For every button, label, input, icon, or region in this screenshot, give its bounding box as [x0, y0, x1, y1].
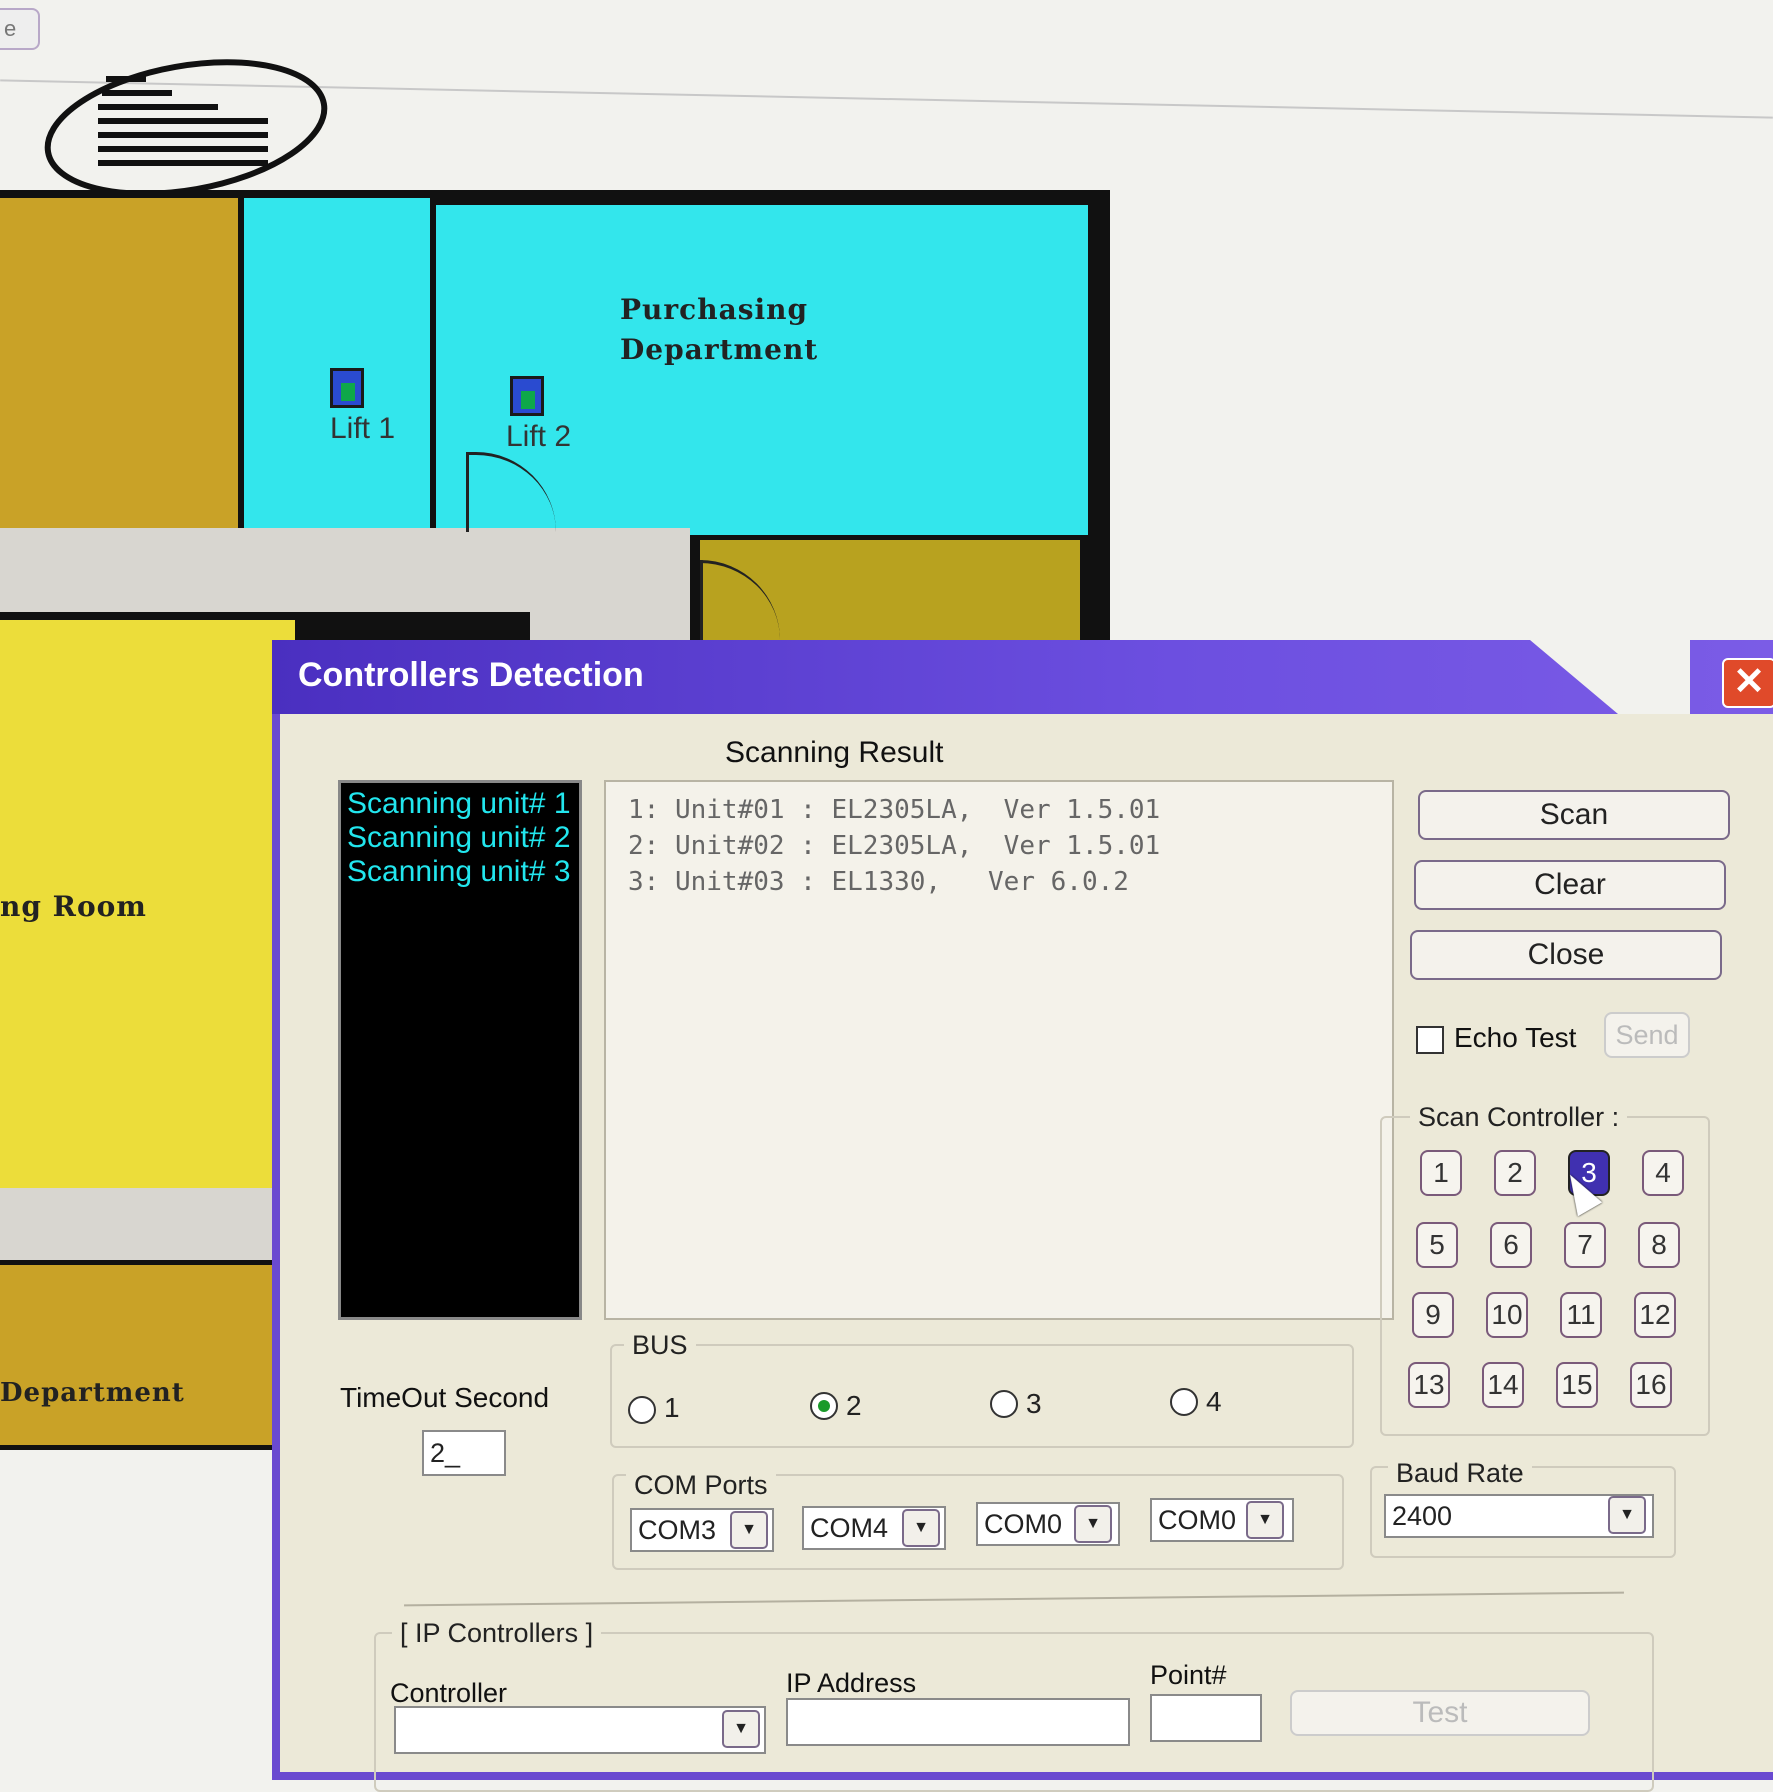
controller-button-7[interactable]: 7: [1564, 1222, 1606, 1268]
controller-button-9[interactable]: 9: [1412, 1292, 1454, 1338]
chevron-down-icon[interactable]: ▼: [1608, 1496, 1646, 1534]
scan-controller-label: Scan Controller :: [1410, 1102, 1628, 1133]
room-label-meeting: ng Room: [0, 890, 147, 923]
chevron-down-icon[interactable]: ▼: [730, 1511, 768, 1549]
controller-button-12[interactable]: 12: [1634, 1292, 1676, 1338]
lift-1-icon[interactable]: [330, 368, 364, 408]
ip-address-input[interactable]: [786, 1698, 1130, 1746]
room-lift-1: [244, 198, 430, 528]
chevron-down-icon[interactable]: ▼: [722, 1710, 760, 1748]
room-department: [0, 1260, 300, 1450]
result-row[interactable]: 1: Unit#01 : EL2305LA, Ver 1.5.01: [628, 792, 1370, 828]
company-logo: [44, 59, 328, 197]
scan-result-list[interactable]: 1: Unit#01 : EL2305LA, Ver 1.5.01 2: Uni…: [604, 780, 1394, 1320]
controller-button-2[interactable]: 2: [1494, 1150, 1536, 1196]
lift-2-icon[interactable]: [510, 376, 544, 416]
chevron-down-icon[interactable]: ▼: [1074, 1505, 1112, 1543]
controller-button-6[interactable]: 6: [1490, 1222, 1532, 1268]
ip-controller-label: Controller: [390, 1678, 508, 1708]
close-button[interactable]: Close: [1410, 930, 1722, 980]
bus-radio-3[interactable]: [990, 1390, 1018, 1418]
chevron-down-icon[interactable]: ▼: [902, 1509, 940, 1547]
ip-address-label: IP Address: [786, 1668, 917, 1698]
controller-button-14[interactable]: 14: [1482, 1362, 1524, 1408]
scan-button[interactable]: Scan: [1418, 790, 1730, 840]
log-line: Scanning unit# 3: [347, 855, 571, 888]
bus-option-label: 2: [846, 1390, 862, 1421]
close-window-button[interactable]: ✕: [1722, 658, 1773, 708]
scanning-result-label: Scanning Result: [725, 736, 944, 769]
controller-button-10[interactable]: 10: [1486, 1292, 1528, 1338]
point-label: Point#: [1150, 1660, 1227, 1690]
bus-option-label: 1: [664, 1392, 680, 1423]
test-button[interactable]: Test: [1290, 1690, 1590, 1736]
dialog-title: Controllers Detection: [298, 656, 644, 694]
timeout-input[interactable]: 2_: [422, 1430, 506, 1476]
point-input[interactable]: [1150, 1694, 1262, 1742]
room-label-purchasing: Purchasing Department: [620, 293, 819, 366]
lift-1-label: Lift 1: [330, 412, 396, 445]
controller-button-16[interactable]: 16: [1630, 1362, 1672, 1408]
ip-controllers-label: [ IP Controllers ]: [392, 1618, 602, 1649]
controller-button-11[interactable]: 11: [1560, 1292, 1602, 1338]
log-line: Scanning unit# 1: [347, 787, 571, 820]
timeout-label: TimeOut Second: [340, 1382, 550, 1413]
com-ports-label: COM Ports: [626, 1470, 776, 1501]
bus-option-label: 3: [1026, 1388, 1042, 1419]
controller-button-13[interactable]: 13: [1408, 1362, 1450, 1408]
baud-rate-label: Baud Rate: [1388, 1458, 1532, 1489]
scan-log: Scanning unit# 1 Scanning unit# 2 Scanni…: [338, 780, 582, 1320]
room-mustard-top: [0, 198, 238, 528]
bus-label: BUS: [624, 1330, 696, 1361]
corridor: [0, 1188, 300, 1260]
controller-button-15[interactable]: 15: [1556, 1362, 1598, 1408]
clear-button[interactable]: Clear: [1414, 860, 1726, 910]
bus-option-label: 4: [1206, 1386, 1222, 1417]
log-line: Scanning unit# 2: [347, 821, 571, 854]
bus-radio-2[interactable]: [810, 1392, 838, 1420]
echo-test-label: Echo Test: [1454, 1022, 1577, 1053]
controller-button-5[interactable]: 5: [1416, 1222, 1458, 1268]
controller-button-4[interactable]: 4: [1642, 1150, 1684, 1196]
result-row[interactable]: 2: Unit#02 : EL2305LA, Ver 1.5.01: [628, 828, 1370, 864]
bus-group: [610, 1344, 1354, 1448]
echo-test-checkbox[interactable]: [1416, 1026, 1444, 1054]
bus-radio-1[interactable]: [628, 1396, 656, 1424]
chevron-down-icon[interactable]: ▼: [1246, 1501, 1284, 1539]
lift-2-label: Lift 2: [506, 420, 572, 453]
background-tab-button[interactable]: e: [0, 8, 40, 50]
controller-button-8[interactable]: 8: [1638, 1222, 1680, 1268]
send-button[interactable]: Send: [1604, 1012, 1690, 1058]
bus-radio-4[interactable]: [1170, 1388, 1198, 1416]
result-row[interactable]: 3: Unit#03 : EL1330, Ver 6.0.2: [628, 864, 1370, 900]
ip-controller-select[interactable]: [394, 1706, 766, 1754]
controller-button-1[interactable]: 1: [1420, 1150, 1462, 1196]
room-label-department: Department: [0, 1378, 185, 1408]
